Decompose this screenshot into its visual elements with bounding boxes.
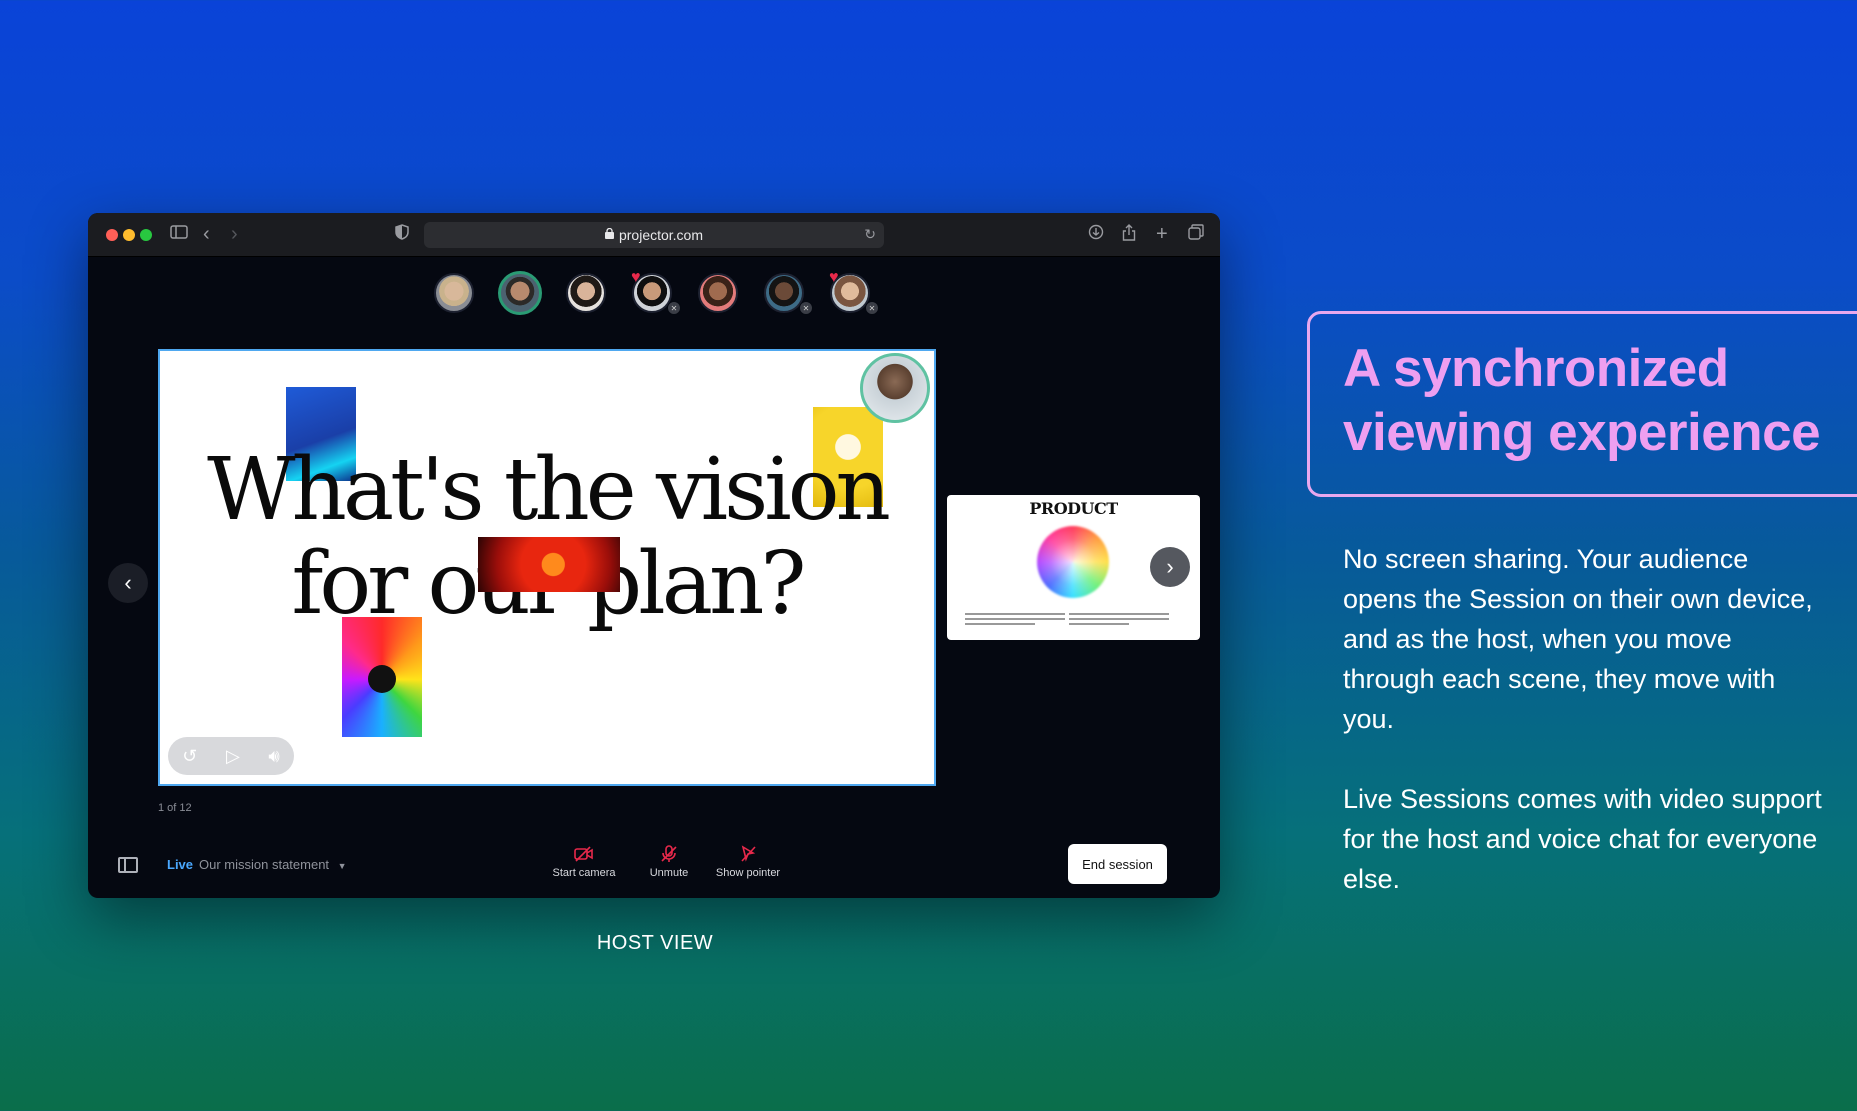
start-camera-label: Start camera: [552, 867, 616, 879]
body-text-placeholder: [965, 613, 1065, 633]
reload-icon[interactable]: ↻: [864, 226, 876, 243]
slide-counter: 1 of 12: [158, 802, 192, 814]
headline-line2: viewing experience: [1343, 403, 1821, 462]
end-session-button[interactable]: End session: [1068, 844, 1167, 884]
description-paragraph-1: No screen sharing. Your audience opens t…: [1343, 544, 1813, 734]
session-selector[interactable]: Our mission statement ▼: [199, 857, 347, 872]
headline: A synchronized viewing experience: [1343, 337, 1853, 465]
sidebar-toggle-icon[interactable]: [170, 224, 188, 246]
chevron-down-icon: ▼: [337, 861, 347, 871]
participant-avatar[interactable]: [698, 273, 738, 313]
previous-slide-button[interactable]: ‹: [108, 563, 148, 603]
headline-line1: A synchronized: [1343, 339, 1729, 398]
play-icon[interactable]: ▷: [226, 746, 240, 767]
host-camera-bubble[interactable]: [860, 353, 930, 423]
back-icon[interactable]: ‹: [203, 224, 210, 244]
chevron-left-icon: ‹: [124, 570, 132, 595]
participant-avatar[interactable]: [434, 273, 474, 313]
next-slide-preview[interactable]: PRODUCT ›: [947, 495, 1200, 640]
chevron-right-icon: ›: [1166, 554, 1174, 579]
session-toolbar: Live Our mission statement ▼ Start camer…: [88, 833, 1220, 893]
address-bar[interactable]: projector.com ↻: [424, 222, 884, 248]
show-pointer-label: Show pointer: [715, 867, 781, 879]
share-icon[interactable]: [1122, 224, 1136, 247]
replay-icon[interactable]: ↺: [182, 746, 197, 767]
participant-avatar[interactable]: [566, 273, 606, 313]
forward-icon[interactable]: ›: [231, 224, 238, 244]
slide-title-line1: What's the vision: [207, 440, 891, 540]
lock-icon: [604, 227, 614, 242]
start-camera-button[interactable]: Start camera: [544, 845, 624, 879]
browser-window: ‹ › projector.com ↻ + ♥ ✕ ✕ ♥ ✕ ‹ What's…: [88, 213, 1220, 898]
body-text-placeholder: [1069, 613, 1169, 633]
tab-overview-icon[interactable]: [1188, 224, 1204, 246]
minimize-window-button[interactable]: [123, 229, 135, 241]
browser-titlebar: ‹ › projector.com ↻ +: [88, 213, 1220, 257]
pointer-off-icon: [702, 845, 794, 867]
heart-reaction-icon: ♥: [829, 269, 839, 286]
current-slide[interactable]: What's the vision for our plan? ↺ ▷ 🔊︎: [158, 349, 936, 786]
download-icon[interactable]: [1088, 224, 1104, 246]
color-wheel-image: [1037, 526, 1109, 598]
participant-list: ♥ ✕ ✕ ♥ ✕: [88, 263, 1220, 315]
host-view-caption: HOST VIEW: [596, 932, 714, 954]
mic-muted-icon: ✕: [799, 301, 813, 315]
live-indicator: Live: [167, 857, 194, 872]
show-pointer-button[interactable]: Show pointer: [702, 845, 794, 879]
maximize-window-button[interactable]: [140, 229, 152, 241]
mic-muted-icon: ✕: [667, 301, 681, 315]
next-slide-button[interactable]: ›: [1150, 547, 1190, 587]
participant-avatar[interactable]: [764, 273, 804, 313]
mic-muted-icon: ✕: [865, 301, 879, 315]
close-window-button[interactable]: [106, 229, 118, 241]
volume-icon[interactable]: 🔊︎: [268, 746, 279, 767]
session-name: Our mission statement: [199, 857, 330, 872]
colored-pencils-photo-image: [342, 617, 422, 737]
unmute-button[interactable]: Unmute: [634, 845, 704, 879]
red-light-photo-image: [478, 537, 620, 592]
url-text: projector.com: [618, 227, 704, 243]
mic-off-icon: [634, 845, 704, 867]
camera-off-icon: [544, 845, 624, 867]
description-paragraph-2: Live Sessions comes with video support f…: [1343, 784, 1822, 894]
panel-toggle-icon[interactable]: [118, 857, 138, 873]
participant-avatar-speaking[interactable]: [498, 271, 542, 315]
next-slide-title: PRODUCT: [1029, 499, 1118, 518]
unmute-label: Unmute: [649, 867, 689, 879]
heart-reaction-icon: ♥: [631, 269, 641, 286]
media-controls: ↺ ▷ 🔊︎: [168, 737, 294, 775]
new-tab-icon[interactable]: +: [1156, 224, 1168, 244]
shield-icon[interactable]: [395, 224, 409, 246]
